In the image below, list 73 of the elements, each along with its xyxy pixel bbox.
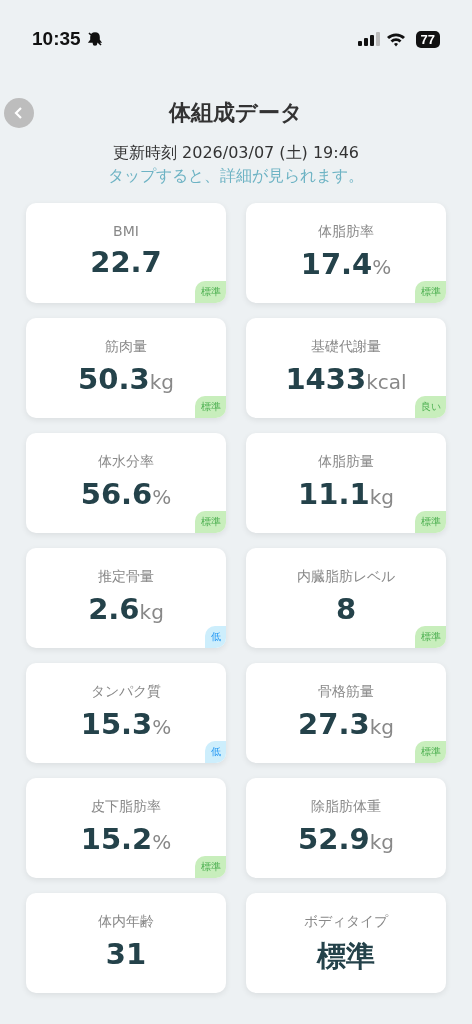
status-badge: 標準 bbox=[195, 856, 226, 878]
metric-unit: kg bbox=[369, 715, 394, 739]
metric-value: 標準 bbox=[317, 938, 375, 975]
status-badge: 標準 bbox=[195, 396, 226, 418]
metric-card[interactable]: 基礎代謝量 1433kcal 良い bbox=[246, 318, 446, 418]
metric-value: 22.7 bbox=[90, 245, 162, 279]
status-badge: 標準 bbox=[415, 626, 446, 648]
bell-slash-icon bbox=[86, 31, 103, 47]
metric-card[interactable]: BMI 22.7 標準 bbox=[26, 203, 226, 303]
metric-label: 骨格筋量 bbox=[318, 683, 374, 701]
metric-card[interactable]: 骨格筋量 27.3kg 標準 bbox=[246, 663, 446, 763]
metric-card[interactable]: 筋肉量 50.3kg 標準 bbox=[26, 318, 226, 418]
metric-label: 基礎代謝量 bbox=[311, 338, 381, 356]
metric-unit: kcal bbox=[366, 370, 407, 394]
metric-card[interactable]: 体脂肪率 17.4% 標準 bbox=[246, 203, 446, 303]
metric-unit: kg bbox=[369, 485, 394, 509]
page-title: 体組成データ bbox=[169, 99, 303, 127]
back-button[interactable] bbox=[4, 98, 34, 128]
metric-label: ボディタイプ bbox=[304, 913, 388, 931]
tap-hint: タップすると、詳細が見られます。 bbox=[107, 166, 365, 187]
metric-card[interactable]: 体水分率 56.6% 標準 bbox=[26, 433, 226, 533]
metric-card[interactable]: 皮下脂肪率 15.2% 標準 bbox=[26, 778, 226, 878]
metric-value: 50.3 bbox=[78, 362, 150, 396]
metric-card[interactable]: 体脂肪量 11.1kg 標準 bbox=[246, 433, 446, 533]
metric-unit: kg bbox=[369, 830, 394, 854]
status-badge: 標準 bbox=[415, 281, 446, 303]
metric-card[interactable]: 推定骨量 2.6kg 低 bbox=[26, 548, 226, 648]
metric-unit: % bbox=[372, 255, 392, 279]
metric-value: 17.4 bbox=[300, 247, 373, 281]
status-badge: 低 bbox=[205, 741, 226, 763]
metric-value: 2.6 bbox=[88, 592, 140, 626]
status-badge: 良い bbox=[415, 396, 446, 418]
metric-value: 1433 bbox=[285, 362, 367, 396]
metric-label: 体脂肪率 bbox=[318, 223, 374, 241]
metric-label: 体脂肪量 bbox=[318, 453, 374, 471]
metric-value: 15.3 bbox=[80, 707, 153, 741]
status-badge: 標準 bbox=[195, 281, 226, 303]
chevron-left-icon bbox=[14, 107, 24, 119]
metric-value: 56.6 bbox=[80, 477, 153, 511]
wifi-icon bbox=[385, 31, 406, 47]
metric-label: 体水分率 bbox=[98, 453, 154, 471]
metric-value: 11.1 bbox=[298, 477, 370, 511]
status-time: 10:35 bbox=[32, 28, 81, 50]
metric-label: 筋肉量 bbox=[105, 338, 147, 356]
metric-card[interactable]: 内臓脂肪レベル 8 標準 bbox=[246, 548, 446, 648]
metric-label: BMI bbox=[113, 223, 139, 239]
metric-card[interactable]: 体内年齢 31 bbox=[26, 893, 226, 993]
metric-label: 皮下脂肪率 bbox=[91, 798, 161, 816]
metric-card[interactable]: ボディタイプ 標準 bbox=[246, 893, 446, 993]
metric-card[interactable]: 除脂肪体重 52.9kg bbox=[246, 778, 446, 878]
metric-unit: % bbox=[152, 715, 172, 739]
status-badge: 標準 bbox=[195, 511, 226, 533]
metric-label: 体内年齢 bbox=[98, 913, 154, 931]
signal-icon bbox=[357, 32, 380, 46]
metric-label: 除脂肪体重 bbox=[311, 798, 381, 816]
metric-label: 内臓脂肪レベル bbox=[297, 568, 395, 586]
metric-value: 27.3 bbox=[298, 707, 370, 741]
metric-label: 推定骨量 bbox=[98, 568, 154, 586]
metric-label: タンパク質 bbox=[91, 683, 161, 701]
status-badge: 標準 bbox=[415, 511, 446, 533]
metric-value: 52.9 bbox=[298, 822, 370, 856]
metric-unit: kg bbox=[139, 600, 164, 624]
battery-indicator: 77 bbox=[415, 30, 440, 48]
status-badge: 低 bbox=[205, 626, 226, 648]
status-badge: 標準 bbox=[415, 741, 446, 763]
metric-value: 8 bbox=[335, 592, 357, 626]
metric-value: 15.2 bbox=[80, 822, 153, 856]
metric-card[interactable]: タンパク質 15.3% 低 bbox=[26, 663, 226, 763]
metric-unit: % bbox=[152, 485, 172, 509]
update-time: 更新時刻 2026/03/07 (土) 19:46 bbox=[111, 143, 361, 164]
metric-unit: kg bbox=[149, 370, 174, 394]
metric-unit: % bbox=[152, 830, 172, 854]
metric-value: 31 bbox=[105, 937, 147, 971]
